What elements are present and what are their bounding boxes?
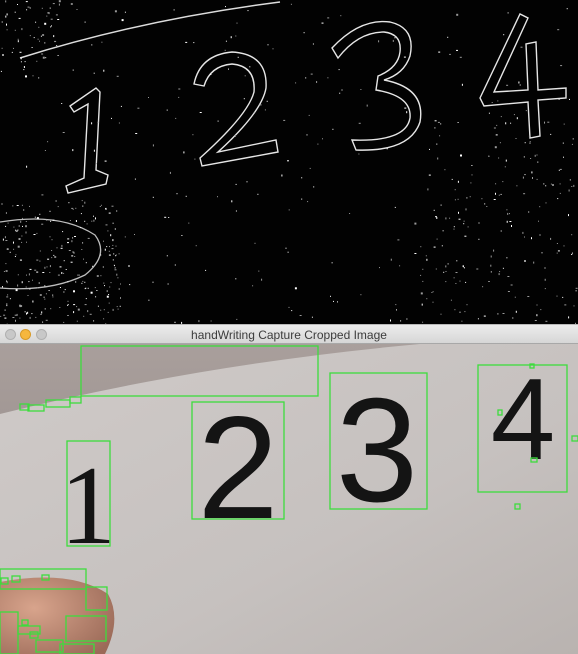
edge-noise <box>0 0 578 324</box>
capture-digit-3: 3 <box>336 368 418 533</box>
edge-digit-2 <box>193 51 279 167</box>
edge-digit-1 <box>65 87 109 194</box>
svg-text:1: 1 <box>60 444 116 568</box>
capture-digit-4: 4 <box>491 354 556 484</box>
paper-edge-contour <box>19 1 281 59</box>
svg-text:3: 3 <box>336 368 418 533</box>
edge-digit-4 <box>479 13 567 139</box>
edge-canvas <box>0 0 578 324</box>
capture-view: 1 2 3 4 <box>0 344 578 654</box>
svg-text:2: 2 <box>197 386 278 549</box>
svg-text:4: 4 <box>491 354 556 484</box>
capture-digit-2: 2 <box>197 386 278 549</box>
capture-canvas: 1 2 3 4 <box>0 344 578 654</box>
edge-detection-view <box>0 0 578 324</box>
hand-contour <box>0 218 102 290</box>
window-titlebar: handWriting Capture Cropped Image <box>0 324 578 344</box>
window-title: handWriting Capture Cropped Image <box>191 328 387 342</box>
capture-digit-1: 1 <box>60 444 116 568</box>
edge-digit-3 <box>331 20 422 151</box>
